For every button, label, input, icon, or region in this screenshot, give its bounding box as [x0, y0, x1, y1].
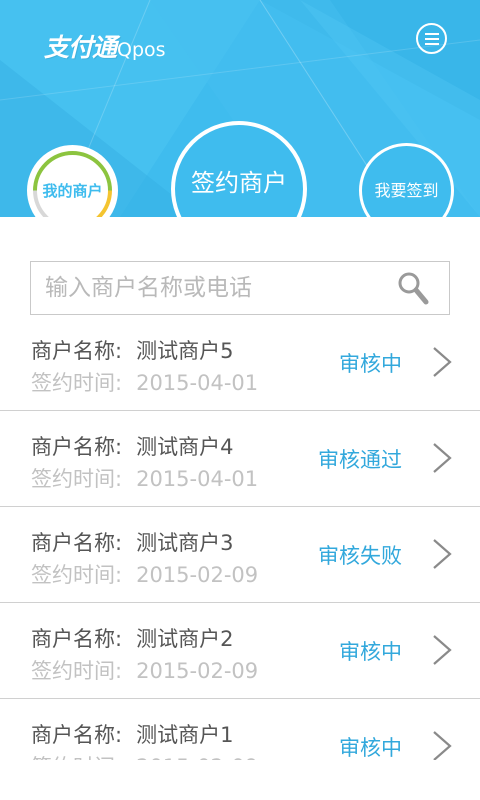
nav-sign-merchant-label: 签约商户 — [191, 168, 287, 197]
merchant-name-label: 商户名称: — [31, 339, 123, 363]
merchant-name: 测试商户5 — [136, 339, 234, 363]
list-item[interactable]: 商户名称: 测试商户3 签约时间: 2015-02-09 审核失败 — [0, 507, 480, 603]
chevron-right-icon — [433, 347, 452, 377]
list-item[interactable]: 商户名称: 测试商户1 签约时间: 2015-02-09 审核中 — [0, 699, 480, 760]
sign-date-line: 签约时间: 2015-04-01 — [31, 463, 258, 493]
sign-date-label: 签约时间: — [31, 467, 123, 491]
merchant-name: 测试商户1 — [136, 723, 234, 747]
status-badge: 审核通过 — [318, 448, 402, 472]
merchant-name-label: 商户名称: — [31, 627, 123, 651]
chevron-right-icon — [433, 731, 452, 760]
merchant-name: 测试商户4 — [136, 435, 234, 459]
sign-date: 2015-02-09 — [136, 659, 259, 683]
merchant-name: 测试商户2 — [136, 627, 234, 651]
status-badge: 审核中 — [339, 640, 402, 664]
nav-check-in-label: 我要签到 — [374, 180, 439, 200]
sign-date-line: 签约时间: 2015-02-09 — [31, 655, 258, 685]
hamburger-icon — [424, 32, 439, 45]
status-badge: 审核中 — [339, 736, 402, 760]
chevron-right-icon — [433, 539, 452, 569]
merchant-name-line: 商户名称: 测试商户2 — [31, 623, 233, 653]
merchant-name-line: 商户名称: 测试商户3 — [31, 527, 233, 557]
nav-my-merchants[interactable]: 我的商户 — [27, 145, 118, 217]
sign-date: 2015-04-01 — [136, 371, 259, 395]
search-button[interactable] — [397, 271, 429, 309]
sign-date-label: 签约时间: — [31, 755, 122, 760]
sign-date-line: 签约时间: 2015-04-01 — [31, 367, 258, 397]
sign-date-label: 签约时间: — [31, 563, 123, 587]
sign-date: 2015-02-09 — [136, 755, 258, 760]
search-input[interactable] — [45, 270, 385, 306]
merchant-name-label: 商户名称: — [31, 531, 123, 555]
merchant-name-line: 商户名称: 测试商户4 — [31, 431, 233, 461]
app-logo: 支付通 Qpos — [44, 28, 166, 64]
list-item[interactable]: 商户名称: 测试商户5 签约时间: 2015-04-01 审核中 — [0, 315, 480, 411]
status-badge: 审核中 — [339, 352, 402, 376]
logo-main: 支付通 — [44, 33, 117, 62]
list-item[interactable]: 商户名称: 测试商户2 签约时间: 2015-02-09 审核中 — [0, 603, 480, 699]
logo-suffix: Qpos — [117, 39, 166, 61]
merchant-list: 商户名称: 测试商户5 签约时间: 2015-04-01 审核中 商户名称: 测试商户… — [0, 315, 480, 760]
merchant-name-label: 商户名称: — [31, 435, 123, 459]
merchant-name-label: 商户名称: — [31, 723, 123, 747]
status-badge: 审核失败 — [318, 544, 402, 568]
search-icon — [398, 272, 429, 305]
sign-date-label: 签约时间: — [31, 659, 123, 683]
sign-date-line: 签约时间: 2015-02-09 — [31, 751, 258, 760]
nav-my-merchants-label: 我的商户 — [42, 182, 103, 200]
header: 支付通 Qpos 我的商户 签约商户 我要签到 — [0, 0, 480, 217]
menu-button[interactable] — [416, 23, 447, 54]
sign-date: 2015-04-01 — [136, 467, 259, 491]
merchant-name-line: 商户名称: 测试商户5 — [31, 335, 233, 365]
sign-date: 2015-02-09 — [136, 563, 259, 587]
merchant-name-line: 商户名称: 测试商户1 — [31, 719, 233, 749]
merchant-name: 测试商户3 — [136, 531, 234, 555]
list-item[interactable]: 商户名称: 测试商户4 签约时间: 2015-04-01 审核通过 — [0, 411, 480, 507]
chevron-right-icon — [433, 443, 452, 473]
sign-date-label: 签约时间: — [31, 371, 123, 395]
sign-date-line: 签约时间: 2015-02-09 — [31, 559, 258, 589]
chevron-right-icon — [433, 635, 452, 665]
search-box — [30, 261, 450, 315]
